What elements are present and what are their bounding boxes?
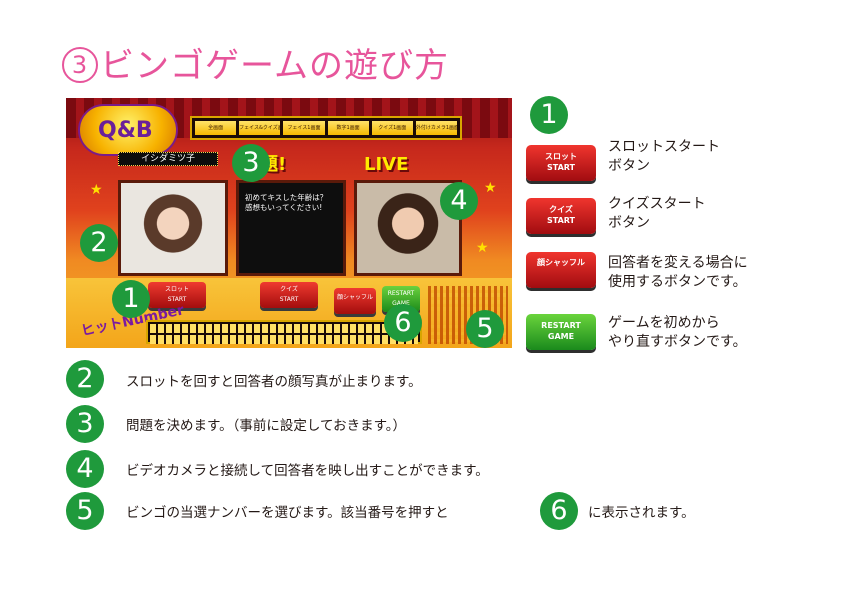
legend-marker-1: 1 [530,96,568,134]
live-label: LIVE [364,154,409,175]
respondent-photo [118,180,228,276]
marker-4: 4 [440,182,478,220]
marker-3: 3 [232,144,270,182]
desc-text-4: ビデオカメラと接続して回答者を映し出すことができます。 [126,463,489,479]
legend-slot-start-button: スロット START [526,145,596,181]
marker-6: 6 [384,304,422,342]
star-icon: ★ [476,240,489,256]
star-icon: ★ [90,182,103,198]
desc-marker-4: 4 [66,450,104,488]
legend-restart-game-text: ゲームを初めから やり直すボタンです。 [608,315,747,350]
question-text: 初めてキスした年齢は？ 感想もいってください! [245,193,328,213]
legend-face-shuffle-button: 顔シャッフル [526,252,596,288]
title-number: 3 [62,47,98,83]
respondent-name: イシダミツ子 [118,152,218,166]
menu-item: 全画面 [195,121,237,135]
title-text: ビンゴゲームの遊び方 [100,46,449,86]
screen-menu-bar: 全画面 フェイス&クイズ画面 フェイス1画面 数字1画面 クイズ1画面 外付けカ… [190,116,462,140]
quiz-bingo-logo: Q&B [78,104,178,156]
desc-marker-2: 2 [66,360,104,398]
menu-item: 数字1画面 [327,121,369,135]
menu-item: 外付けカメラ1画面 [415,121,458,135]
desc-text-3: 問題を決めます。（事前に設定しておきます。） [126,418,406,434]
menu-item: クイズ1画面 [371,121,413,135]
desc-text-5-suffix: に表示されます。 [588,505,695,521]
legend-quiz-start-button: クイズ START [526,198,596,234]
page-title: 3 ビンゴゲームの遊び方 [62,38,449,87]
marker-2: 2 [80,224,118,262]
logo-text: Q&B [98,118,153,143]
quiz-start-button[interactable]: クイズ START [260,282,318,308]
legend-restart-game-button: RESTART GAME [526,314,596,350]
desc-marker-3: 3 [66,405,104,443]
marker-1: 1 [112,280,150,318]
desc-inline-marker-6: 6 [540,492,578,530]
star-icon: ★ [484,180,497,196]
legend-slot-start-text: スロットスタート ボタン [608,139,720,174]
legend-face-shuffle-text: 回答者を変える場合に 使用するボタンです。 [608,255,748,290]
question-panel: 初めてキスした年齢は？ 感想もいってください! [236,180,346,276]
desc-text-5: ビンゴの当選ナンバーを選びます。該当番号を押すと [126,505,449,521]
desc-text-2: スロットを回すと回答者の顔写真が止まります。 [126,374,422,390]
hit-number-display [146,320,422,344]
legend-quiz-start-text: クイズスタート ボタン [608,196,706,231]
desc-marker-5: 5 [66,492,104,530]
menu-item: フェイス&クイズ画面 [239,121,281,135]
marker-5: 5 [466,310,504,348]
face-shuffle-button[interactable]: 顔シャッフル [334,288,376,314]
menu-item: フェイス1画面 [283,121,325,135]
